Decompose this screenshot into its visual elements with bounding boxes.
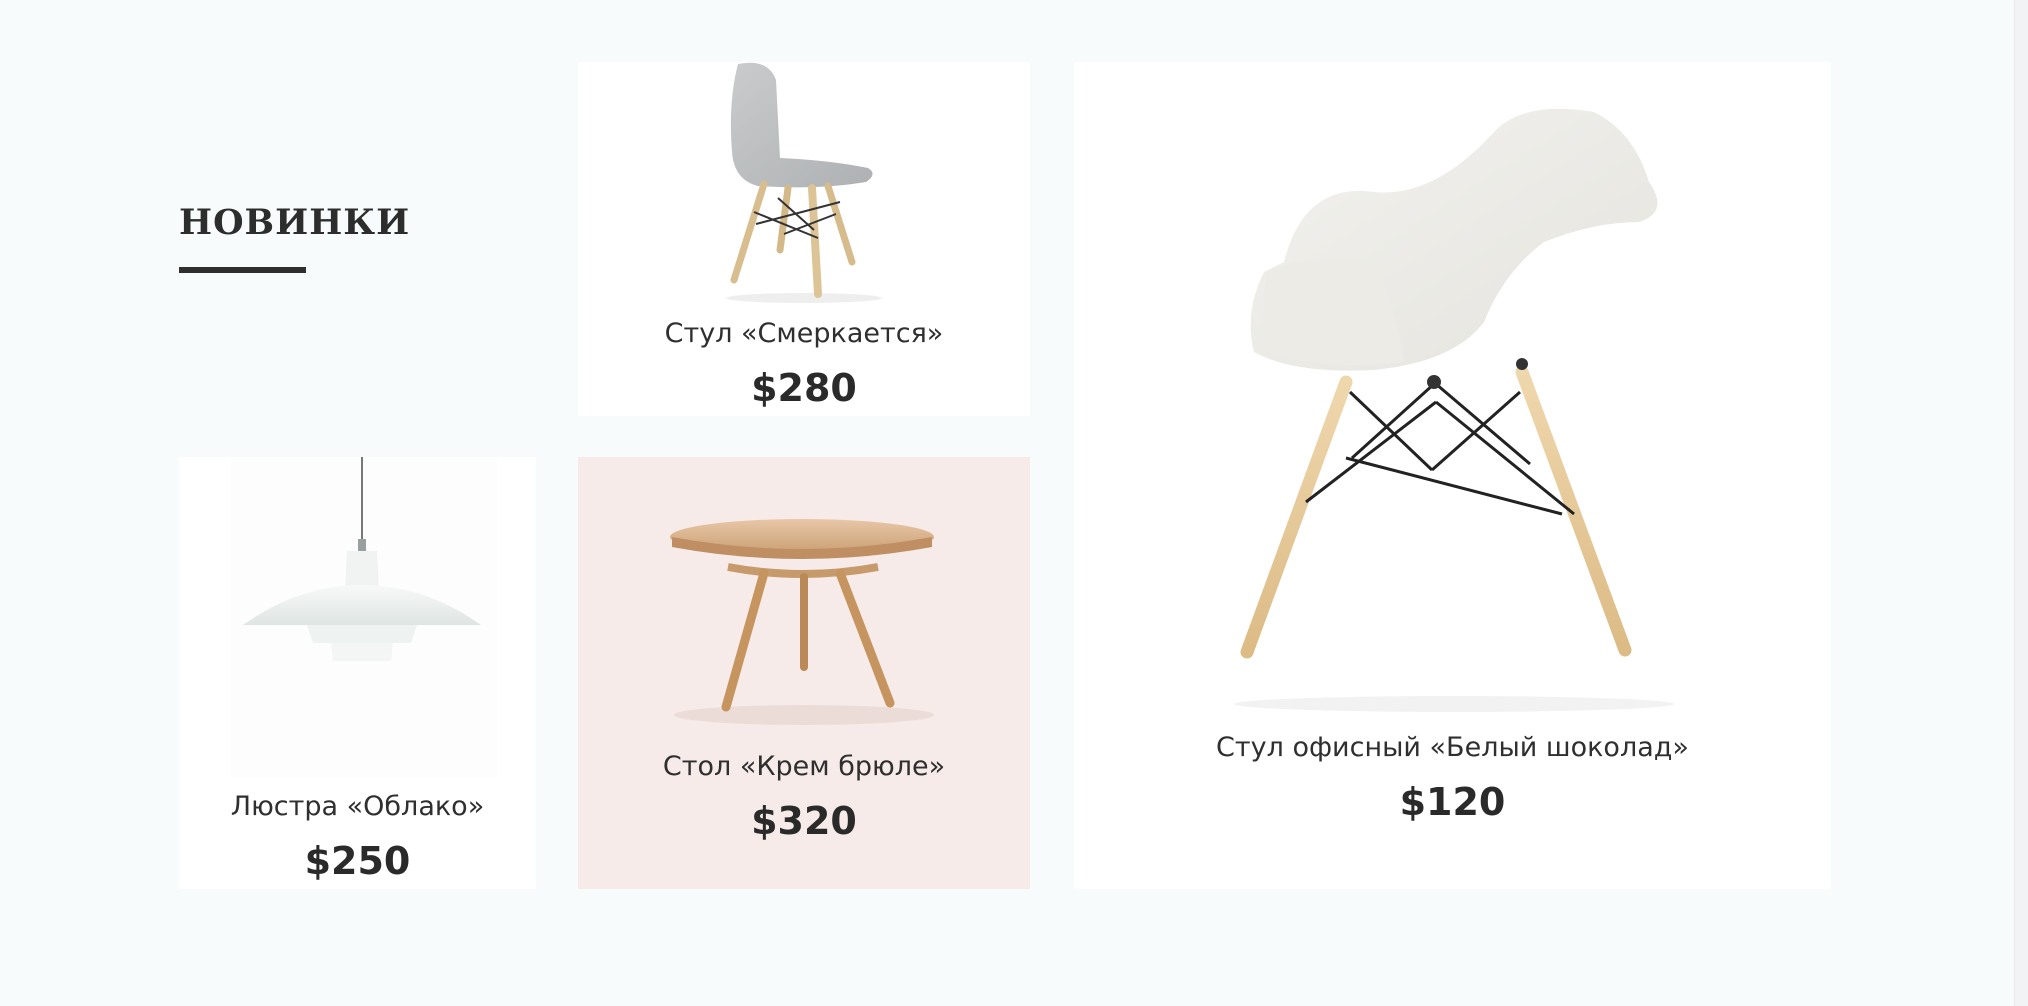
title-underline	[179, 267, 306, 273]
section-title: НОВИНКИ	[179, 202, 411, 243]
product-card-pendant-lamp[interactable]: Люстра «Облако» $250	[179, 457, 536, 889]
product-price: $320	[751, 799, 857, 843]
product-name[interactable]: Стул «Смеркается»	[578, 318, 1030, 349]
product-name[interactable]: Стул офисный «Белый шоколад»	[1074, 732, 1831, 763]
chair-grey-icon	[726, 62, 882, 303]
product-card-chair-grey[interactable]: Стул «Смеркается» $280	[578, 62, 1030, 416]
armchair-white-icon	[1234, 108, 1674, 712]
product-price: $250	[304, 839, 411, 883]
product-price: $280	[751, 366, 857, 410]
product-card-round-table[interactable]: Стол «Крем брюле» $320	[578, 457, 1030, 889]
product-card-armchair-white[interactable]: Стул офисный «Белый шоколад» $120	[1074, 62, 1831, 889]
product-price: $120	[1399, 780, 1506, 824]
scrollbar[interactable]	[2014, 0, 2028, 1006]
pendant-lamp-icon	[243, 457, 481, 661]
product-name[interactable]: Стол «Крем брюле»	[578, 751, 1030, 782]
round-table-icon	[670, 519, 934, 725]
product-name[interactable]: Люстра «Облако»	[179, 791, 536, 822]
